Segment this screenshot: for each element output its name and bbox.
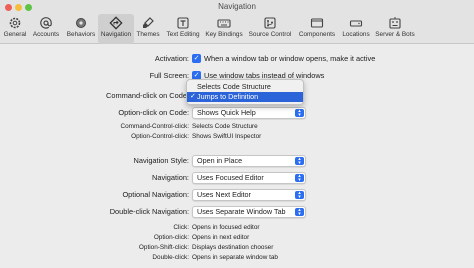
chevron-updown-icon: ▴ ▾: [295, 109, 304, 118]
tab-text-editing[interactable]: Text Editing: [163, 14, 203, 44]
activation-checkbox[interactable]: ✓: [192, 54, 201, 63]
option-click-label: Option-click on Code:: [118, 108, 189, 117]
navigation-row: Navigation: Uses Focused Editor ▴ ▾: [0, 172, 474, 184]
tab-general[interactable]: General: [2, 14, 28, 44]
title-bar: Navigation: [0, 0, 474, 14]
text-editing-icon: [177, 17, 189, 29]
command-click-dropdown-menu: Selects Code Structure ✓ Jumps to Defini…: [186, 79, 304, 105]
menu-item-label: Jumps to Definition: [197, 92, 259, 101]
tab-label: Text Editing: [166, 31, 200, 38]
navigation-label: Navigation:: [152, 173, 189, 182]
navigation-diamond-icon: [109, 16, 123, 30]
tab-key-bindings[interactable]: Key Bindings: [204, 14, 244, 44]
menu-item-selects-code-structure[interactable]: Selects Code Structure: [187, 82, 303, 92]
checkmark-icon: ✓: [190, 93, 196, 100]
option-click-row: Option-click on Code: Shows Quick Help ▴…: [0, 107, 474, 119]
keyboard-icon: [217, 19, 231, 28]
optional-navigation-row: Optional Navigation: Uses Next Editor ▴ ▾: [0, 189, 474, 201]
double-click-navigation-row: Double-click Navigation: Uses Separate W…: [0, 206, 474, 218]
tab-label: Navigation: [100, 31, 132, 38]
tab-navigation[interactable]: Navigation: [98, 14, 134, 44]
chevron-updown-icon: ▴ ▾: [295, 157, 304, 166]
chevron-updown-icon: ▴ ▾: [295, 208, 304, 217]
tab-components[interactable]: Components: [296, 14, 338, 44]
tab-label: Themes: [136, 31, 160, 38]
optional-navigation-label: Optional Navigation:: [122, 190, 189, 199]
activation-label: Activation:: [154, 54, 189, 63]
popup-value: Open in Place: [197, 156, 243, 165]
tab-accounts[interactable]: Accounts: [30, 14, 62, 44]
popup-value: Uses Separate Window Tab: [197, 207, 286, 216]
opt-ctrl-click-label: Option-Control-click:: [131, 133, 189, 140]
paintbrush-icon: [143, 17, 154, 28]
gear-settings-icon: [76, 18, 86, 28]
tab-label: Components: [298, 31, 336, 38]
tab-server-bots[interactable]: Server & Bots: [373, 14, 417, 44]
tab-themes[interactable]: Themes: [135, 14, 161, 44]
navigation-style-popup[interactable]: Open in Place ▴ ▾: [192, 155, 306, 167]
tab-source-control[interactable]: Source Control: [246, 14, 294, 44]
activation-row: Activation: ✓ When a window tab or windo…: [0, 53, 474, 65]
double-click-summary-value: Opens in separate window tab: [192, 254, 278, 261]
opt-ctrl-click-value: Shows SwiftUI Inspector: [192, 133, 262, 140]
navigation-style-row: Navigation Style: Open in Place ▴ ▾: [0, 155, 474, 167]
at-icon: [40, 17, 52, 29]
tab-label: Behaviors: [66, 31, 96, 38]
command-click-label: Command-click on Code:: [106, 91, 189, 100]
window-title: Navigation: [218, 2, 256, 11]
preferences-toolbar: General Accounts Behaviors Navigation Th…: [0, 14, 474, 44]
chevron-updown-icon: ▴ ▾: [295, 191, 304, 200]
tab-label: General: [3, 31, 27, 38]
full-screen-label: Full Screen:: [149, 71, 189, 80]
components-icon: [310, 18, 324, 28]
chevron-updown-icon: ▴ ▾: [295, 174, 304, 183]
tab-label: Source Control: [248, 31, 292, 38]
hard-drive-icon: [349, 20, 363, 27]
popup-value: Shows Quick Help: [197, 108, 256, 117]
tab-locations[interactable]: Locations: [339, 14, 373, 44]
popup-value: Uses Focused Editor: [197, 173, 264, 182]
activation-checkbox-text[interactable]: When a window tab or window opens, make …: [204, 53, 375, 65]
tab-label: Accounts: [32, 31, 60, 38]
menu-item-jumps-to-definition[interactable]: ✓ Jumps to Definition: [187, 92, 303, 102]
navigation-preferences-pane: Activation: ✓ When a window tab or windo…: [0, 45, 474, 268]
double-click-navigation-popup[interactable]: Uses Separate Window Tab ▴ ▾: [192, 206, 306, 218]
popup-value: Uses Next Editor: [197, 190, 251, 199]
tab-label: Locations: [342, 31, 370, 38]
double-click-summary-row: Double-click: Opens in separate window t…: [0, 252, 474, 264]
navigation-popup[interactable]: Uses Focused Editor ▴ ▾: [192, 172, 306, 184]
tab-label: Key Bindings: [205, 31, 243, 38]
opt-ctrl-click-row: Option-Control-click: Shows SwiftUI Insp…: [0, 131, 474, 143]
gear-icon: [9, 17, 21, 29]
tab-label: Server & Bots: [375, 31, 415, 38]
optional-navigation-popup[interactable]: Uses Next Editor ▴ ▾: [192, 189, 306, 201]
server-icon: [389, 17, 401, 29]
tab-behaviors[interactable]: Behaviors: [64, 14, 98, 44]
double-click-summary-label: Double-click:: [152, 254, 189, 261]
source-control-icon: [264, 17, 276, 29]
menu-item-label: Selects Code Structure: [197, 82, 271, 91]
navigation-style-label: Navigation Style:: [133, 156, 189, 165]
option-click-popup[interactable]: Shows Quick Help ▴ ▾: [192, 107, 306, 119]
double-click-navigation-label: Double-click Navigation:: [109, 207, 189, 216]
